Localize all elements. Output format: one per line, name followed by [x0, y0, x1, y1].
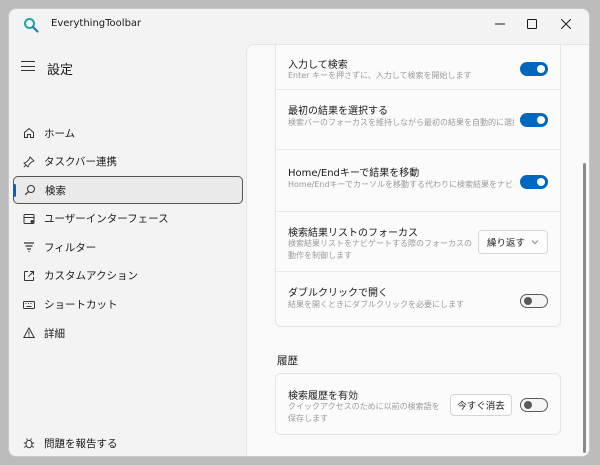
setting-title: Home/Endキーで結果を移動 [288, 168, 420, 179]
setting-row-search-as-you-type: 入力して検索 Enter キーを押さずに、入力して検索を開始します [276, 45, 560, 90]
sidebar-item-advanced[interactable]: 詳細 [13, 319, 243, 347]
home-icon [23, 127, 35, 139]
setting-description: 検索バーのフォーカスを維持しながら最初の結果を自動的に選択します [288, 118, 514, 127]
history-settings-card: 検索履歴を有効 クイックアクセスのために以前の検索語を保存します 今すぐ消去 [275, 373, 561, 435]
search-icon [24, 184, 36, 196]
sidebar-item-shortcuts[interactable]: ショートカット [13, 291, 243, 319]
sidebar-nav: ホーム タスクバー連携 検索 ユーザーインターフェース フィルター カスタムアク… [13, 119, 243, 348]
sidebar-title: 設定 [47, 63, 74, 78]
sidebar-item-label: 詳細 [44, 327, 65, 340]
search-settings-card: 入力して検索 Enter キーを押さずに、入力して検索を開始します 最初の結果を… [275, 45, 561, 327]
setting-row-result-list-focus: 検索結果リストのフォーカス 検索結果リストをナビゲートする際のフォーカスの動作を… [276, 212, 560, 272]
hamburger-menu-icon[interactable] [21, 61, 35, 73]
warning-icon [23, 327, 35, 339]
sidebar-item-search[interactable]: 検索 [13, 176, 243, 205]
sidebar-item-label: ユーザーインターフェース [44, 213, 169, 226]
sidebar-item-custom-actions[interactable]: カスタムアクション [13, 262, 243, 290]
clear-history-button[interactable]: 今すぐ消去 [450, 394, 512, 416]
maximize-icon [527, 19, 537, 29]
setting-title: 検索履歴を有効 [288, 391, 358, 402]
pin-icon [23, 155, 35, 168]
setting-title: 入力して検索 [288, 60, 348, 71]
title-bar: EverythingToolbar [9, 9, 589, 39]
content-scrollbar[interactable] [583, 163, 586, 453]
settings-window: EverythingToolbar 設定 ホーム タスクバー連携 検索 ユーザー… [8, 8, 590, 457]
setting-description: クイックアクセスのために以前の検索語を保存します [288, 402, 440, 423]
history-section-title: 履歴 [277, 355, 298, 367]
setting-row-home-end-keys: Home/Endキーで結果を移動 Home/Endキーでカーソルを移動する代わり… [276, 150, 560, 212]
sidebar-item-user-interface[interactable]: ユーザーインターフェース [13, 205, 243, 233]
setting-description: 検索結果リストをナビゲートする際のフォーカスの動作を制御します [288, 239, 472, 260]
setting-description: Home/Endキーでカーソルを移動する代わりに検索結果をナビゲートします [288, 180, 514, 189]
keyboard-icon [23, 299, 35, 311]
close-icon [561, 19, 571, 29]
maximize-button[interactable] [517, 12, 547, 36]
search-history-toggle[interactable] [520, 398, 548, 412]
sidebar-item-label: タスクバー連携 [44, 156, 117, 169]
setting-description: 結果を開くときにダブルクリックを必要にします [288, 300, 464, 309]
sidebar-item-label: フィルター [44, 241, 97, 254]
report-issue-item[interactable]: 問題を報告する [13, 429, 243, 456]
minimize-button[interactable] [485, 12, 515, 36]
close-button[interactable] [551, 12, 581, 36]
setting-row-search-history: 検索履歴を有効 クイックアクセスのために以前の検索語を保存します 今すぐ消去 [276, 374, 560, 434]
setting-description: Enter キーを押さずに、入力して検索を開始します [288, 71, 472, 80]
dropdown-value: 繰り返す [487, 238, 526, 249]
settings-content: 入力して検索 Enter キーを押さずに、入力して検索を開始します 最初の結果を… [246, 44, 589, 456]
filter-icon [23, 241, 35, 253]
layout-icon [23, 213, 35, 225]
select-first-result-toggle[interactable] [520, 113, 548, 127]
bug-icon [23, 437, 35, 449]
setting-title: 検索結果リストのフォーカス [288, 228, 418, 239]
search-as-you-type-toggle[interactable] [520, 62, 548, 76]
setting-row-select-first-result: 最初の結果を選択する 検索バーのフォーカスを維持しながら最初の結果を自動的に選択… [276, 90, 560, 150]
sidebar-item-filters[interactable]: フィルター [13, 233, 243, 261]
result-list-focus-dropdown[interactable]: 繰り返す [478, 230, 548, 254]
report-issue-label: 問題を報告する [44, 437, 118, 450]
chevron-down-icon [531, 240, 539, 245]
sidebar-item-taskbar[interactable]: タスクバー連携 [13, 148, 243, 176]
app-title: EverythingToolbar [51, 18, 142, 29]
external-link-icon [23, 270, 35, 282]
home-end-keys-toggle[interactable] [520, 175, 548, 189]
sidebar-item-home[interactable]: ホーム [13, 119, 243, 147]
minimize-icon [495, 23, 505, 25]
setting-title: ダブルクリックで開く [288, 288, 388, 299]
sidebar-item-label: 検索 [45, 184, 66, 197]
setting-row-double-click: ダブルクリックで開く 結果を開くときにダブルクリックを必要にします [276, 272, 560, 326]
sidebar-item-label: ショートカット [44, 299, 118, 312]
sidebar-item-label: ホーム [44, 127, 76, 140]
sidebar: 設定 ホーム タスクバー連携 検索 ユーザーインターフェース フィルター カスタ… [9, 39, 246, 456]
double-click-toggle[interactable] [520, 294, 548, 308]
sidebar-item-label: カスタムアクション [44, 270, 138, 283]
search-app-icon [24, 18, 39, 33]
setting-title: 最初の結果を選択する [288, 106, 388, 117]
